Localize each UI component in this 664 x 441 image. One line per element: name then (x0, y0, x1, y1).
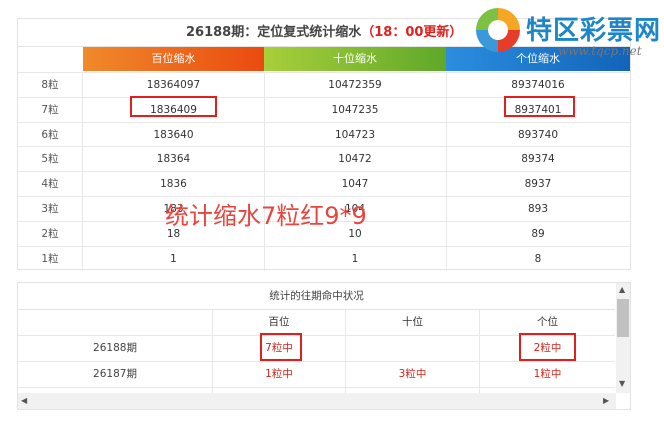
cell-bai: 18364 (83, 147, 265, 172)
history-header-shi: 十位 (346, 310, 480, 335)
annotation-text: 统计缩水7粒红9*9 (165, 202, 367, 230)
history-ge: 1粒中 (533, 368, 562, 380)
history-title: 统计的往期命中状况 (18, 283, 615, 310)
highlight-box-ge-7 (504, 96, 575, 117)
highlight-box-hist-bai (260, 333, 302, 361)
vertical-scrollbar[interactable]: ▲ ▼ (616, 283, 630, 393)
shrink-row: 4粒 1836 1047 8937 (18, 171, 630, 197)
cell-ge: 893 (527, 203, 549, 215)
update-time: （18：00更新） (361, 25, 463, 40)
cell-ge: 89 (531, 227, 545, 240)
cell-ge: 89374 (521, 153, 555, 166)
scroll-down-icon[interactable]: ▼ (619, 379, 625, 389)
shrink-row: 1粒 1 1 8 (18, 245, 630, 271)
history-bai: 1粒中 (213, 362, 346, 387)
title-text: 26188期：定位复式统计缩水 (186, 25, 362, 40)
row-label: 8粒 (18, 73, 83, 97)
cell-ge: 893740 (517, 128, 559, 141)
cell-shi: 10472 (264, 147, 447, 172)
history-shi (346, 336, 480, 361)
logo-swirl-icon (476, 8, 520, 52)
cell-bai: 183640 (83, 122, 265, 147)
history-period: 26188期 (18, 336, 213, 361)
highlight-box-bai-7 (130, 96, 217, 117)
site-logo[interactable]: 特区彩票网 www.tqcp.net (470, 0, 664, 60)
cell-bai: 1836 (83, 172, 265, 197)
history-period: 26187期 (18, 362, 213, 387)
row-label: 1粒 (18, 246, 83, 271)
cell-ge: 8 (534, 252, 542, 265)
logo-url: www.tqcp.net (558, 44, 642, 58)
scroll-up-icon[interactable]: ▲ (619, 285, 625, 295)
history-header-bai: 百位 (213, 310, 346, 335)
logo-brand: 特区彩票网 (526, 16, 662, 46)
highlight-box-hist-ge (519, 333, 576, 361)
scroll-left-icon[interactable]: ◀ (21, 396, 27, 406)
shrink-row: 6粒 183640 104723 893740 (18, 121, 630, 147)
horizontal-scrollbar[interactable]: ◀ ▶ (18, 393, 616, 409)
row-label: 3粒 (18, 197, 83, 221)
row-label: 4粒 (18, 172, 83, 197)
row-label: 2粒 (18, 221, 83, 246)
cell-shi: 10472359 (264, 73, 447, 97)
shrink-row: 8粒 18364097 10472359 89374016 (18, 72, 630, 97)
row-label: 7粒 (18, 97, 83, 122)
cell-shi: 1 (264, 246, 447, 271)
scroll-thumb[interactable] (617, 299, 629, 337)
cell-shi: 1047 (264, 172, 447, 197)
header-blank (18, 47, 82, 71)
shrink-row: 5粒 18364 10472 89374 (18, 146, 630, 172)
history-row: 26187期 1粒中 3粒中 1粒中 (18, 362, 615, 388)
cell-ge: 89374016 (511, 79, 565, 91)
cell-shi: 104723 (264, 122, 447, 147)
row-label: 5粒 (18, 147, 83, 172)
cell-bai: 1 (83, 246, 265, 271)
history-header-ge: 个位 (537, 316, 558, 328)
header-bai: 百位缩水 (83, 47, 264, 71)
cell-bai: 18364097 (83, 73, 265, 97)
scroll-right-icon[interactable]: ▶ (603, 396, 609, 406)
header-shi: 十位缩水 (264, 47, 446, 71)
history-shi: 3粒中 (346, 362, 480, 387)
row-label: 6粒 (18, 122, 83, 147)
cell-shi: 1047235 (264, 97, 447, 122)
cell-ge: 8937 (524, 178, 552, 191)
